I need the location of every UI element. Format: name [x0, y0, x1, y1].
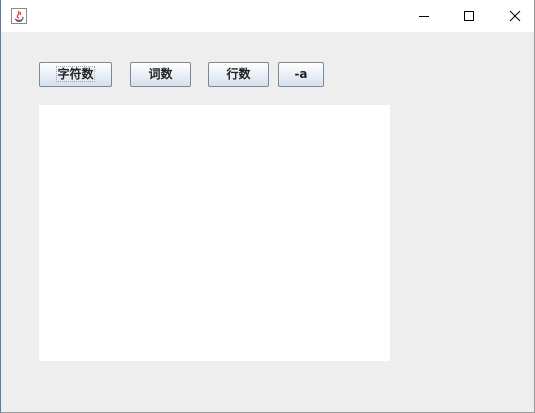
char-count-button[interactable]: 字符数	[39, 62, 112, 87]
maximize-icon	[464, 11, 474, 21]
text-area[interactable]	[39, 105, 390, 361]
java-icon[interactable]	[11, 8, 27, 24]
word-count-label: 词数	[148, 67, 173, 81]
minimize-button[interactable]	[401, 0, 447, 32]
maximize-button[interactable]	[446, 0, 492, 32]
minimize-icon	[419, 16, 429, 17]
all-stats-label: -a	[294, 67, 308, 81]
line-count-button[interactable]: 行数	[208, 62, 269, 87]
line-count-label: 行数	[226, 67, 251, 81]
close-icon	[509, 10, 521, 22]
app-window: 字符数 词数 行数 -a	[0, 0, 535, 413]
char-count-label: 字符数	[56, 66, 95, 82]
all-stats-button[interactable]: -a	[278, 62, 324, 87]
close-button[interactable]	[492, 0, 534, 32]
content-panel: 字符数 词数 行数 -a	[1, 32, 534, 412]
title-bar[interactable]	[1, 0, 534, 32]
word-count-button[interactable]: 词数	[130, 62, 191, 87]
